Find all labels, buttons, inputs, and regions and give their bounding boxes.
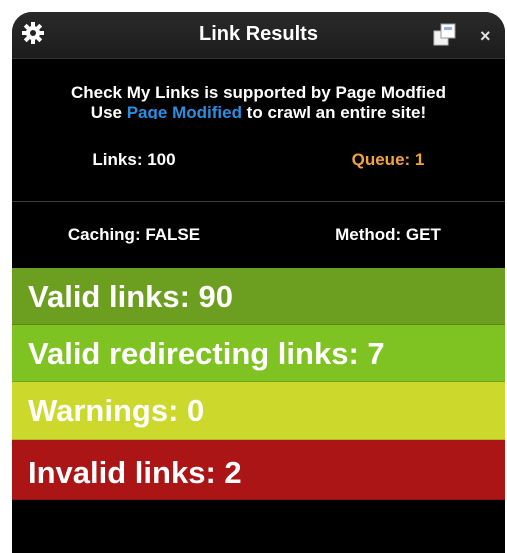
info-message: Check My Links is supported by Page Modf… (12, 59, 505, 122)
valid-redirecting-links-row[interactable]: Valid redirecting links: 7 (12, 325, 505, 382)
stats-row-counts: Links: 100 Queue: 1 (12, 119, 505, 201)
invalid-links-row[interactable]: Invalid links: 2 (12, 440, 505, 500)
method-status: Method: GET (335, 225, 441, 244)
links-count: Links: 100 (92, 150, 176, 169)
stats-row-settings: Caching: FALSE Method: GET (12, 202, 505, 268)
info-line-1: Check My Links is supported by Page Modf… (70, 83, 446, 102)
queue-count: Queue: 1 (351, 150, 425, 169)
link-results-popup: Link Results × Check My Links is support… (12, 12, 505, 553)
popout-icon[interactable] (432, 22, 458, 48)
valid-links-row[interactable]: Valid links: 90 (12, 268, 505, 325)
warnings-row[interactable]: Warnings: 0 (12, 382, 505, 440)
close-icon[interactable]: × (480, 26, 491, 47)
caching-status: Caching: FALSE (67, 225, 201, 244)
title-bar: Link Results × (12, 12, 505, 59)
